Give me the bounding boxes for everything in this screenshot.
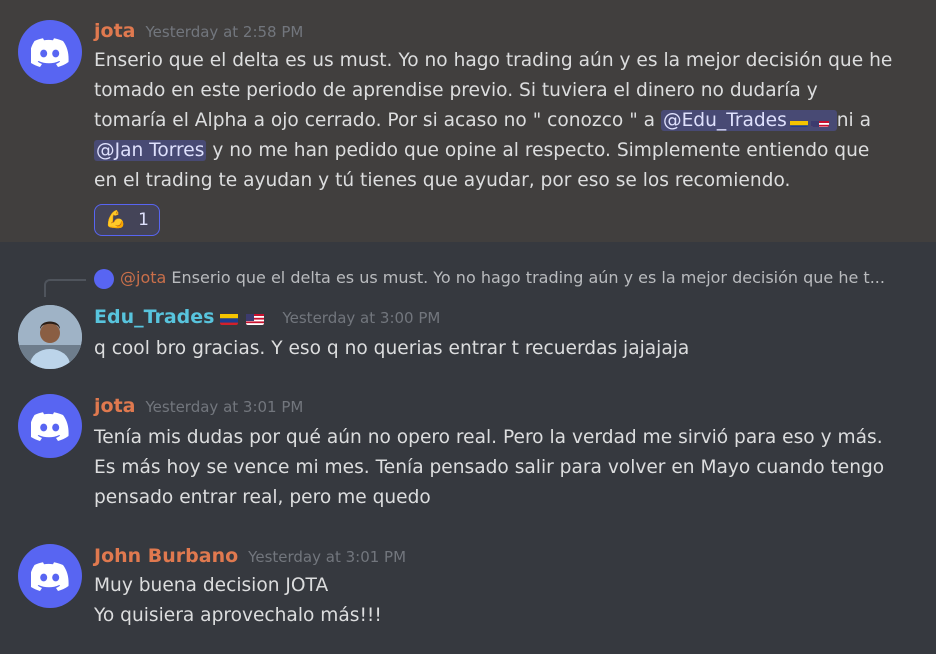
reaction-count: 1 (138, 210, 149, 230)
username[interactable]: Edu_Trades (94, 306, 214, 328)
avatar[interactable] (18, 394, 82, 458)
message-header: jota Yesterday at 3:01 PM (94, 395, 303, 417)
reply-author[interactable]: @jota (120, 268, 166, 287)
discord-logo-icon (31, 411, 69, 441)
user-photo-icon (18, 305, 82, 369)
discord-logo-icon (31, 37, 69, 67)
message-text: q cool bro gracias. Y eso q no querias e… (94, 338, 690, 359)
reply-avatar-icon (94, 268, 114, 289)
reply-preview[interactable]: @jota Enserio que el delta es us must. Y… (94, 268, 914, 289)
venezuela-flag-icon (220, 312, 239, 325)
usa-flag-icon (810, 114, 829, 127)
mention-edu-trades[interactable]: @Edu_Trades (660, 110, 837, 131)
message-header: John Burbano Yesterday at 3:01 PM (94, 545, 406, 567)
discord-logo-icon (31, 561, 69, 591)
avatar[interactable] (18, 544, 82, 608)
message-header: Edu_Trades Yesterday at 3:00 PM (94, 306, 440, 328)
message-line: Muy buena decision JOTA (94, 575, 329, 596)
avatar[interactable] (18, 305, 82, 369)
username[interactable]: jota (94, 20, 135, 42)
message-edu-trades: Edu_Trades Yesterday at 3:00 PM q cool br… (0, 290, 936, 370)
timestamp: Yesterday at 3:01 PM (248, 548, 407, 566)
message-john-burbano: John Burbano Yesterday at 3:01 PM Muy bue… (0, 540, 936, 650)
message-header: jota Yesterday at 2:58 PM (94, 20, 303, 42)
username[interactable]: John Burbano (94, 545, 238, 567)
message-text: ni a (836, 110, 871, 131)
message-body: Tenía mis dudas por qué aún no opero rea… (94, 423, 896, 513)
reply-text: Enserio que el delta es us must. Yo no h… (171, 268, 885, 287)
usa-flag-icon (246, 312, 265, 325)
flexed-biceps-icon: 💪 (105, 210, 127, 230)
message-text: Tenía mis dudas por qué aún no opero rea… (94, 427, 885, 508)
username[interactable]: jota (94, 395, 135, 417)
message-text: y no me han pedido que opine al respecto… (94, 140, 870, 191)
reaction-flexed-biceps[interactable]: 💪 1 (94, 204, 160, 236)
avatar[interactable] (18, 20, 82, 84)
mention-jan-torres[interactable]: @Jan Torres (94, 140, 207, 161)
message-jota-2: jota Yesterday at 3:01 PM Tenía mis dudas… (0, 388, 936, 518)
timestamp: Yesterday at 3:00 PM (282, 309, 441, 327)
message-jota-1: jota Yesterday at 2:58 PM Enserio que el … (0, 0, 936, 242)
message-body: q cool bro gracias. Y eso q no querias e… (94, 334, 896, 364)
message-line: Yo quisiera aprovechalo más!!! (94, 605, 382, 626)
message-body: Enserio que el delta es us must. Yo no h… (94, 46, 896, 196)
venezuela-flag-icon (789, 114, 808, 127)
message-body: Muy buena decision JOTA Yo quisiera apro… (94, 571, 896, 631)
timestamp: Yesterday at 3:01 PM (145, 398, 304, 416)
timestamp: Yesterday at 2:58 PM (145, 23, 304, 41)
